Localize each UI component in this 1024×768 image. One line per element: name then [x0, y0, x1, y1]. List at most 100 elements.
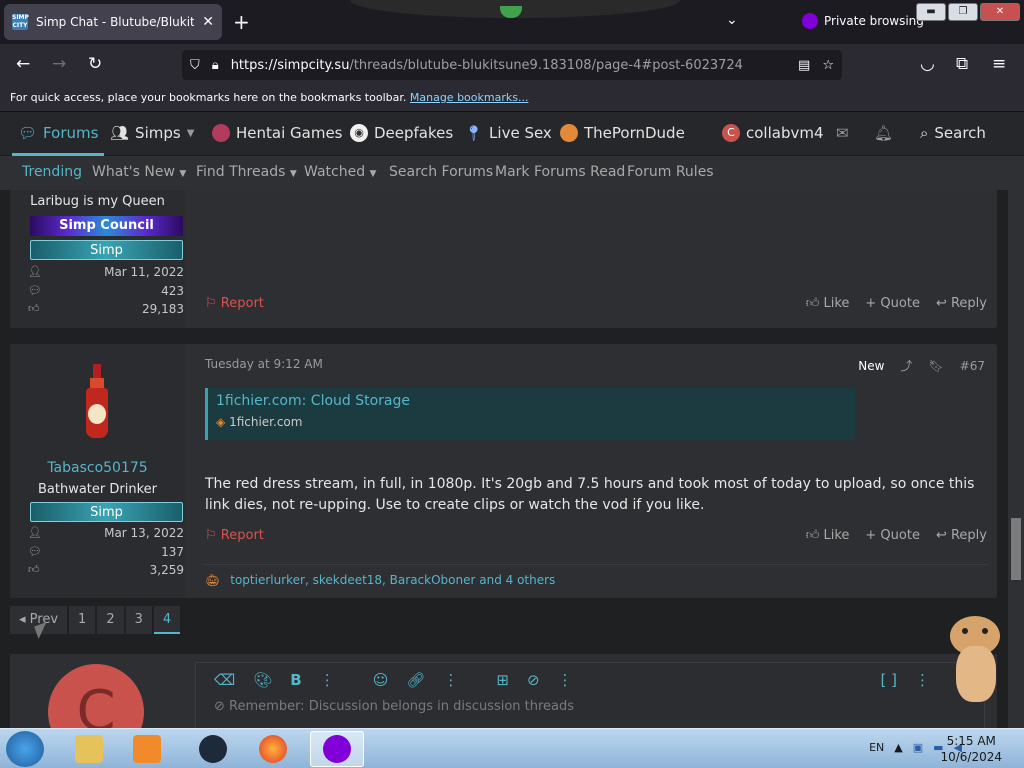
palette-icon[interactable]: 🎨︎	[253, 671, 272, 689]
show-hidden-icons-icon[interactable]: ▲	[894, 741, 902, 754]
hide-icon[interactable]: ⊘	[527, 671, 540, 689]
tabasco-bottle-avatar[interactable]	[84, 364, 110, 440]
language-indicator[interactable]: EN	[869, 741, 884, 754]
taskbar-media-player[interactable]	[120, 731, 174, 767]
bookmark-star-icon[interactable]: ☆	[822, 58, 834, 73]
windows-taskbar: EN ▲ ▣ ▬ ◀ 5:15 AM 10/6/2024	[0, 728, 1024, 768]
more-options-icon[interactable]: ⋮	[320, 671, 335, 689]
nav-theporndude[interactable]: ThePornDude	[560, 124, 685, 142]
firefox-icon	[259, 735, 287, 763]
nav-live-sex[interactable]: 📍︎ Live Sex	[464, 124, 552, 142]
forward-icon[interactable]: →	[52, 54, 66, 74]
report-link[interactable]: ⚐ Report	[205, 528, 264, 543]
maximize-button[interactable]: ❐	[948, 3, 978, 21]
nav-forums[interactable]: 💬︎ Forums	[18, 124, 98, 142]
taskbar-app[interactable]	[186, 731, 240, 767]
manage-bookmarks-link[interactable]: Manage bookmarks...	[410, 91, 529, 104]
taskbar-firefox-private[interactable]	[310, 731, 364, 767]
reply-button[interactable]: ↩ Reply	[936, 296, 987, 311]
nav-user-account[interactable]: Ccollabvm4	[722, 124, 824, 142]
username-link[interactable]: Tabasco50175	[10, 460, 185, 476]
subnav-find-threads[interactable]: Find Threads ▼	[196, 164, 297, 180]
pocket-icon[interactable]: ◡	[920, 54, 935, 74]
network-icon[interactable]: ▣	[913, 741, 923, 754]
quote-button[interactable]: + Quote	[865, 528, 920, 543]
start-button[interactable]	[6, 731, 44, 767]
link-icon[interactable]: 🔗︎	[406, 671, 425, 689]
reacted-users-link[interactable]: toptierlurker, skekdeet18, BarackOboner …	[230, 573, 555, 587]
users-icon: 👥︎	[110, 124, 130, 142]
reply-icon: ↩	[935, 528, 947, 543]
back-icon[interactable]: ←	[16, 54, 30, 74]
subnav-whats-new[interactable]: What's New ▼	[92, 164, 186, 180]
stat-joined: 👤︎ Mar 13, 2022	[28, 526, 184, 540]
list-all-tabs-icon[interactable]: ⌄	[726, 12, 738, 28]
report-link[interactable]: ⚐ Report	[205, 296, 264, 311]
nav-deepfakes[interactable]: ◉ Deepfakes	[350, 124, 453, 142]
more-options-icon[interactable]: ⋮	[915, 671, 930, 689]
menu-icon[interactable]: ≡	[992, 54, 1006, 74]
page-link-1[interactable]: 1	[69, 606, 96, 634]
reader-view-icon[interactable]: ▤	[798, 58, 810, 73]
close-window-button[interactable]: ✕	[980, 3, 1020, 21]
search-icon: ⌕	[920, 124, 929, 142]
taskbar-firefox[interactable]	[246, 731, 300, 767]
nav-simps[interactable]: 👥︎ Simps ▼	[110, 124, 194, 142]
page-link-2[interactable]: 2	[97, 606, 124, 634]
nav-search[interactable]: ⌕ Search	[920, 124, 986, 142]
extensions-icon[interactable]: ⧉	[956, 54, 968, 74]
joined-date: Mar 11, 2022	[104, 265, 184, 279]
smiley-icon[interactable]: ☺	[373, 671, 389, 689]
quote-button[interactable]: + Quote	[865, 296, 920, 311]
nav-porndude-label: ThePornDude	[584, 124, 685, 142]
more-options-icon[interactable]: ⋮	[443, 671, 458, 689]
lock-icon[interactable]: 🔒︎	[212, 58, 219, 73]
system-clock[interactable]: 5:15 AM 10/6/2024	[940, 733, 1002, 765]
like-button[interactable]: 👍︎ Like	[806, 528, 850, 543]
subnav-trending[interactable]: Trending	[22, 164, 82, 180]
new-tab-icon[interactable]: +	[233, 10, 250, 34]
bbcode-icon[interactable]: [ ]	[881, 671, 897, 689]
post-number-link[interactable]: #67	[960, 359, 985, 373]
reload-icon[interactable]: ↻	[88, 54, 102, 74]
page-scrollbar[interactable]	[1008, 190, 1024, 728]
reply-button[interactable]: ↩ Reply	[936, 528, 987, 543]
shield-icon[interactable]: ⛉	[190, 58, 200, 73]
minimize-button[interactable]: ▬	[916, 3, 946, 21]
scrollbar-thumb[interactable]	[1011, 518, 1021, 580]
eraser-icon[interactable]: ⌫	[214, 671, 235, 689]
inbox-icon[interactable]: ✉	[836, 124, 849, 142]
bell-icon[interactable]: 🔔︎	[874, 124, 893, 142]
page-link-4-current[interactable]: 4	[153, 606, 181, 634]
bold-icon[interactable]: B	[290, 671, 301, 689]
comment-icon: 💬︎	[28, 284, 42, 297]
share-icon[interactable]: ⤴	[900, 357, 912, 374]
post-previous: Laribug is my Queen Simp Council Simp 👤︎…	[10, 190, 997, 328]
page-link-3[interactable]: 3	[125, 606, 152, 634]
reply-placeholder: ⊘ Remember: Discussion belongs in discus…	[196, 697, 984, 716]
close-tab-icon[interactable]: ✕	[202, 14, 214, 30]
link-preview-card[interactable]: 1fichier.com: Cloud Storage ◈ 1fichier.c…	[205, 388, 855, 440]
post-date[interactable]: Tuesday at 9:12 AM	[205, 357, 323, 371]
subnav-mark-read[interactable]: Mark Forums Read	[495, 164, 625, 180]
url-path: /threads/blutube-blukitsune9.183108/page…	[349, 57, 743, 73]
url-bar[interactable]: ⛉ 🔒︎ https://simpcity.su/threads/blutube…	[182, 50, 842, 80]
subnav-search-forums[interactable]: Search Forums	[389, 164, 493, 180]
reaction-count: 3,259	[149, 563, 184, 577]
like-button[interactable]: 👍︎ Like	[806, 296, 850, 311]
thread-content: Laribug is my Queen Simp Council Simp 👤︎…	[0, 190, 1008, 728]
hentai-games-icon	[212, 124, 230, 142]
stat-messages: 💬︎ 423	[28, 284, 184, 298]
subnav-watched[interactable]: Watched ▼	[304, 164, 376, 180]
nav-hentai-games[interactable]: Hentai Games	[212, 124, 343, 142]
link-preview-title[interactable]: 1fichier.com: Cloud Storage	[216, 393, 847, 409]
more-options-icon[interactable]: ⋮	[558, 671, 573, 689]
stat-messages: 💬︎ 137	[28, 545, 184, 559]
bookmark-icon[interactable]: 🔖︎	[928, 359, 943, 373]
url-text[interactable]: https://simpcity.su/threads/blutube-bluk…	[231, 58, 786, 73]
subnav-forum-rules[interactable]: Forum Rules	[627, 164, 714, 180]
browser-tab[interactable]: SIMP CITY Simp Chat - Blutube/Blukitsune…	[4, 4, 222, 40]
reply-editor[interactable]: ⌫ 🎨︎ B ⋮ ☺ 🔗︎ ⋮ ⊞ ⊘ ⋮ [ ] ⋮ ⊘ Remember: …	[195, 662, 985, 728]
table-icon[interactable]: ⊞	[496, 671, 509, 689]
taskbar-explorer[interactable]	[62, 731, 116, 767]
